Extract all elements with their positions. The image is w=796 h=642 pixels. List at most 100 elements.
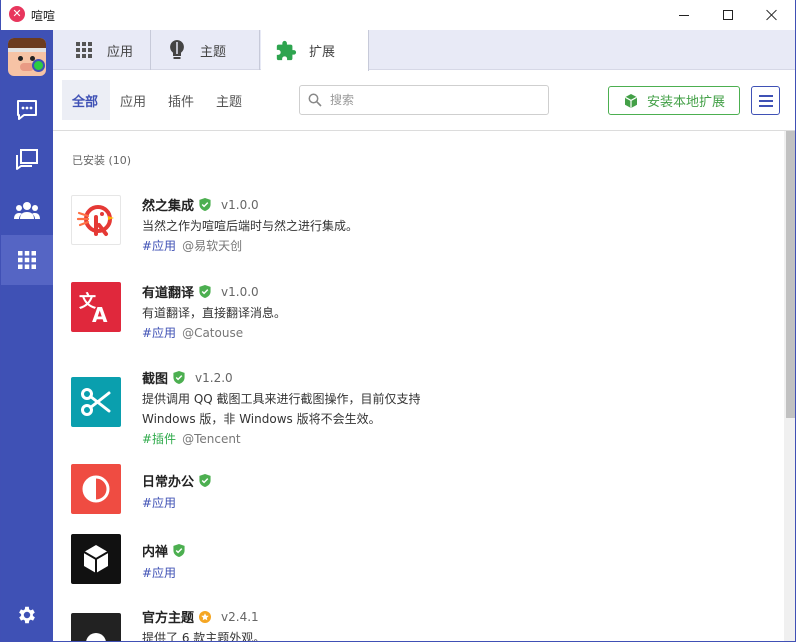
maximize-button[interactable]	[705, 0, 751, 30]
sidebar-item-settings[interactable]	[1, 590, 53, 640]
hamburger-icon	[758, 94, 773, 97]
extension-version: v1.0.0	[221, 197, 259, 212]
search-input[interactable]	[330, 93, 530, 107]
puzzle-icon	[275, 40, 297, 62]
contacts-icon	[14, 202, 40, 219]
app-logo-icon: ✕	[9, 6, 25, 22]
extension-meta: #应用 @易软天创	[142, 237, 242, 254]
extension-author: @易软天创	[182, 239, 243, 253]
tab-apps[interactable]: 应用	[53, 30, 151, 70]
official-badge-icon	[199, 610, 212, 623]
verified-shield-icon	[199, 474, 211, 487]
extension-header: 截图 v1.2.0	[142, 368, 233, 388]
extension-meta: #插件 @Tencent	[142, 430, 241, 447]
extension-meta: #应用	[142, 564, 176, 581]
extension-name: 官方主题	[142, 611, 195, 626]
svg-text:A: A	[92, 303, 108, 324]
tab-themes[interactable]: 主题	[152, 30, 260, 70]
extension-tag[interactable]: #应用	[142, 239, 176, 253]
tab-label: 应用	[107, 44, 134, 60]
gear-icon	[19, 606, 35, 624]
filter-apps[interactable]: 应用	[110, 80, 156, 120]
maximize-icon	[723, 10, 733, 20]
extension-name: 然之集成	[142, 199, 195, 214]
verified-shield-icon	[173, 371, 185, 384]
extension-header: 日常办公	[142, 471, 211, 490]
extension-author: @Catouse	[182, 326, 244, 340]
extension-toolbar: 全部 应用 插件 主题 安装本地扩展	[53, 71, 795, 131]
search-box	[299, 85, 549, 115]
sidebar-item-contacts[interactable]	[1, 185, 53, 235]
extension-meta: #应用	[142, 494, 176, 511]
extension-header: 内禅	[142, 541, 185, 560]
list-item[interactable]: 然之集成 v1.0.0 当然之作为喧喧后端时与然之进行集成。 #应用 @易软天创	[71, 195, 771, 285]
extension-tag[interactable]: #应用	[142, 566, 176, 580]
title-bar: ✕ 喧喧	[1, 0, 795, 30]
verified-shield-icon	[199, 285, 211, 298]
extension-name: 日常办公	[142, 475, 195, 490]
translate-icon: 文 A	[71, 282, 121, 332]
app-window: ✕ 喧喧 应用 主题 扩展 全部 应用 插件 主题 搜索 安装本地扩展 已安装 …	[0, 0, 796, 642]
extension-version: v1.2.0	[195, 370, 233, 385]
avatar-eye	[18, 56, 23, 61]
filter-all[interactable]: 全部	[62, 80, 110, 120]
list-item[interactable]: 日常办公 #应用	[71, 464, 771, 524]
install-local-extension-button[interactable]: 安装本地扩展	[608, 86, 740, 115]
lightbulb-icon	[166, 39, 188, 61]
sidebar	[1, 30, 53, 641]
list-item[interactable]: 内禅 #应用	[71, 534, 771, 594]
extension-name: 截图	[142, 372, 169, 387]
grid-icon	[73, 39, 95, 61]
tab-label: 扩展	[309, 45, 336, 60]
extension-list: 已安装 (10) 然之集成 v1.0.0 当然之作为喧喧后端时与然之进行集成。 …	[53, 131, 795, 641]
extension-description: 提供调用 QQ 截图工具来进行截图操作，目前仅支持 Windows 版，非 Wi…	[142, 392, 421, 426]
section-title: 已安装 (10)	[72, 154, 132, 167]
extension-author: @Tencent	[182, 432, 241, 446]
list-item[interactable]: 官方主题 v2.4.1 提供了 6 款主题外观。	[71, 607, 771, 641]
grid-icon	[18, 251, 36, 269]
close-icon	[766, 9, 778, 21]
tab-extensions[interactable]: 扩展	[261, 30, 369, 71]
cube-icon	[71, 534, 121, 584]
minimize-button[interactable]	[661, 0, 707, 30]
extension-version: v1.0.0	[221, 284, 259, 299]
hamburger-icon	[758, 99, 773, 102]
search-icon	[308, 93, 322, 107]
extension-description: 当然之作为喧喧后端时与然之进行集成。	[142, 219, 359, 233]
install-label: 安装本地扩展	[646, 95, 725, 110]
filter-plugins[interactable]: 插件	[158, 80, 204, 120]
extension-header: 官方主题 v2.4.1	[142, 607, 259, 627]
ranzhi-logo-icon	[71, 195, 121, 245]
extension-tag[interactable]: #插件	[142, 432, 176, 446]
sidebar-item-chat[interactable]	[1, 85, 53, 135]
scrollbar-thumb[interactable]	[786, 131, 795, 418]
extension-tag[interactable]: #应用	[142, 496, 176, 510]
extension-meta: #应用 @Catouse	[142, 324, 243, 341]
extension-name: 有道翻译	[142, 286, 195, 301]
tab-label: 主题	[200, 44, 227, 60]
filter-themes[interactable]: 主题	[206, 80, 252, 120]
extension-name: 内禅	[142, 545, 169, 560]
group-chat-icon	[16, 149, 38, 170]
close-button[interactable]	[749, 0, 795, 30]
more-menu-button[interactable]	[751, 86, 780, 115]
extension-tag[interactable]: #应用	[142, 326, 176, 340]
list-item[interactable]: 文 A 有道翻译 v1.0.0 有道翻译，直接翻译消息。 #应用 @Catouse	[71, 282, 771, 372]
extension-description: 有道翻译，直接翻译消息。	[142, 306, 287, 320]
list-scrollbar[interactable]	[784, 131, 795, 641]
theme-circle-icon	[71, 613, 121, 641]
verified-shield-icon	[173, 544, 185, 557]
extension-header: 然之集成 v1.0.0	[142, 195, 259, 215]
window-title: 喧喧	[31, 9, 56, 23]
sidebar-item-apps[interactable]	[1, 235, 53, 285]
main-tabs: 应用 主题 扩展	[53, 30, 795, 71]
hamburger-icon	[758, 104, 773, 107]
chat-bubble-icon	[17, 100, 37, 120]
minimize-icon	[679, 14, 689, 16]
extension-header: 有道翻译 v1.0.0	[142, 282, 259, 302]
scissors-icon	[71, 377, 121, 427]
online-status-dot	[32, 59, 45, 72]
package-icon	[623, 93, 639, 109]
sidebar-item-groups[interactable]	[1, 135, 53, 185]
list-item[interactable]: 截图 v1.2.0 提供调用 QQ 截图工具来进行截图操作，目前仅支持 Wind…	[71, 368, 771, 478]
